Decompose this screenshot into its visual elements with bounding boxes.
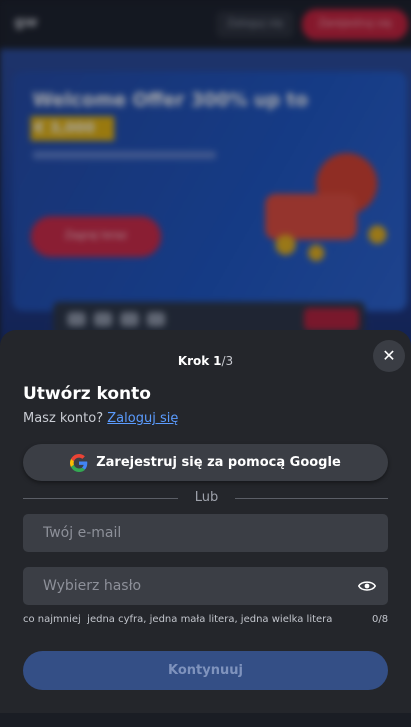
close-button[interactable]: ✕ (373, 340, 405, 372)
password-requirements: co najmniej jedna cyfra, jedna mała lite… (23, 614, 333, 625)
have-account-text: Masz konto? (23, 411, 108, 426)
signup-sheet: Krok 1/3 ✕ Utwórz konto Masz konto? Zalo… (0, 330, 411, 713)
or-label: Lub (194, 490, 219, 505)
or-divider: Lub (23, 490, 388, 506)
continue-button[interactable]: Kontynuuj (23, 651, 388, 690)
close-icon: ✕ (382, 346, 396, 365)
step-indicator: Krok 1/3 (0, 354, 411, 368)
show-password-icon[interactable] (358, 578, 376, 594)
divider-line (235, 498, 388, 499)
divider-line (23, 498, 178, 499)
password-length-counter: 0/8 (372, 614, 389, 625)
step-total: /3 (221, 354, 234, 368)
step-label: Krok (177, 354, 210, 368)
google-icon (70, 453, 88, 472)
login-link[interactable]: Zaloguj się (107, 411, 178, 426)
sheet-title: Utwórz konto (23, 384, 151, 404)
google-signup-label: Zarejestruj się za pomocą Google (96, 455, 341, 470)
email-field[interactable] (23, 514, 388, 552)
have-account-prompt: Masz konto? Zaloguj się (23, 411, 178, 426)
password-field[interactable] (23, 567, 388, 605)
google-signup-button[interactable]: Zarejestruj się za pomocą Google (23, 444, 388, 481)
